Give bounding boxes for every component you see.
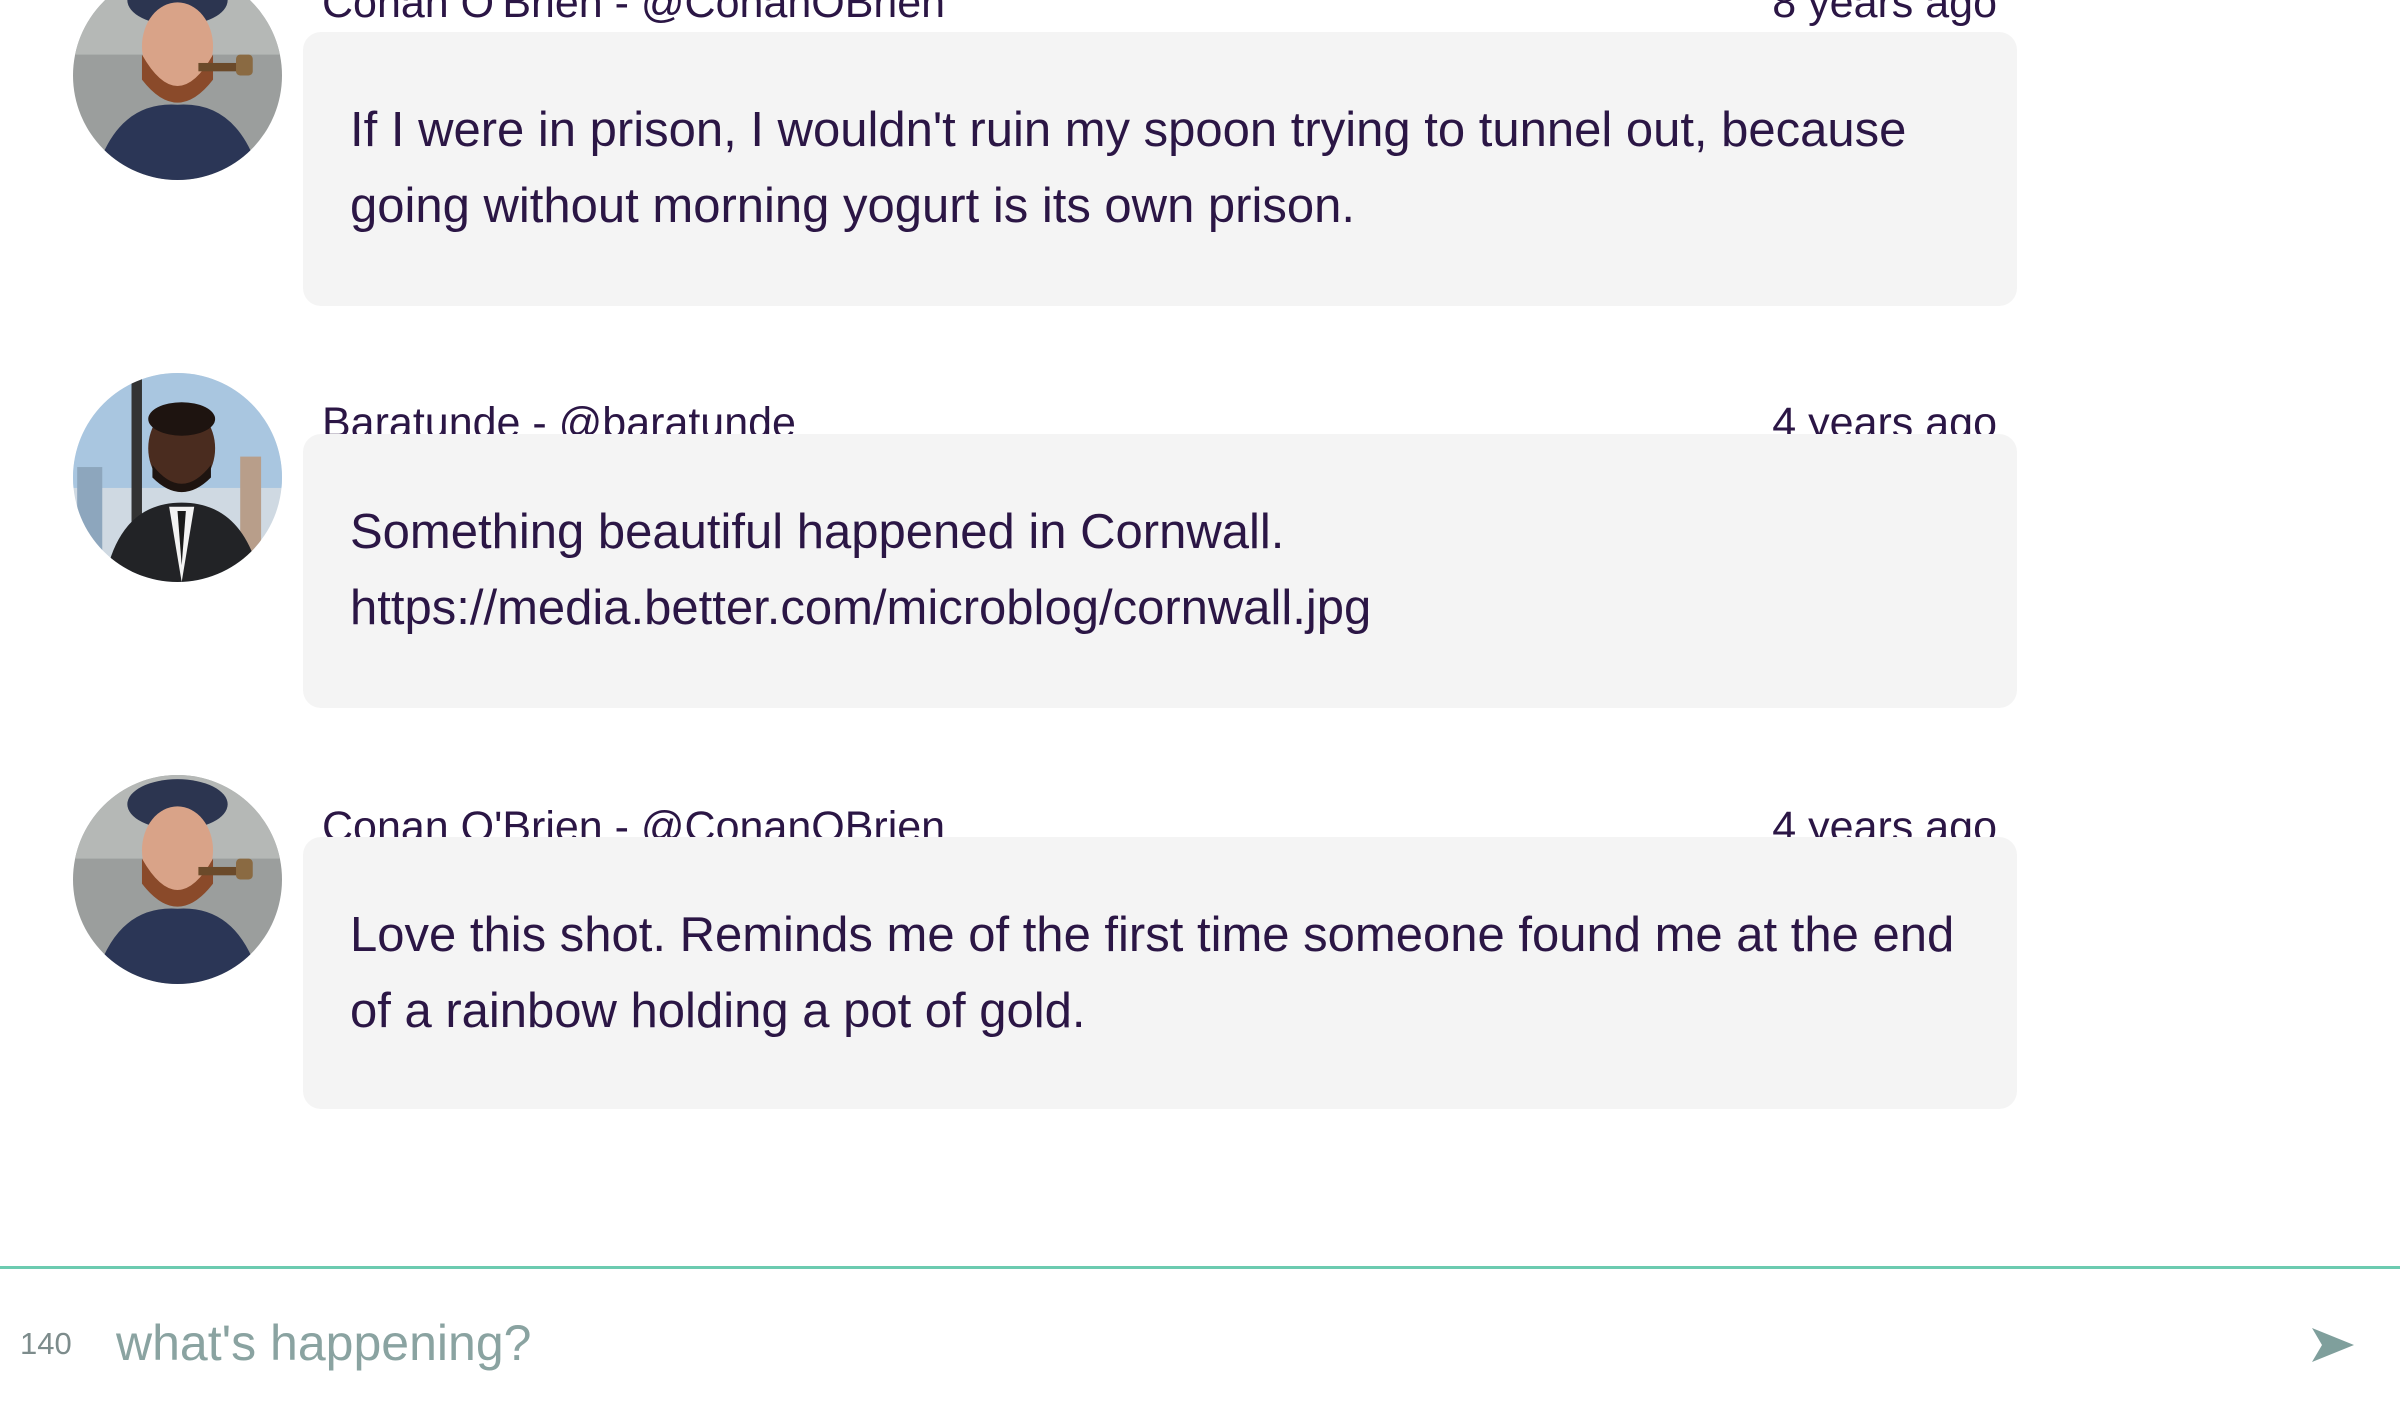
message-input[interactable]	[114, 1297, 2238, 1389]
post-text: If I were in prison, I wouldn't ruin my …	[350, 103, 1907, 233]
avatar-conan[interactable]	[73, 0, 282, 180]
baratunde-avatar-icon	[73, 373, 282, 582]
post-bubble: Love this shot. Reminds me of the first …	[303, 837, 2017, 1109]
post-author[interactable]: Conan O'Brien - @ConanOBrien	[322, 0, 945, 28]
post-text: Love this shot. Reminds me of the first …	[350, 908, 1955, 1038]
post-meta: Conan O'Brien - @ConanOBrien 8 years ago	[322, 0, 1997, 28]
avatar-baratunde[interactable]	[73, 373, 282, 582]
avatar-conan[interactable]	[73, 775, 282, 984]
send-icon	[2312, 1328, 2354, 1362]
post-bubble: Something beautiful happened in Cornwall…	[303, 434, 2017, 708]
message-feed[interactable]: Conan O'Brien - @ConanOBrien 8 years ago…	[0, 0, 2400, 1266]
send-button[interactable]	[2300, 1309, 2360, 1379]
post-text: Something beautiful happened in Cornwall…	[350, 505, 1372, 635]
character-counter: 140	[20, 1326, 72, 1361]
post-time: 8 years ago	[1772, 0, 1997, 27]
composer-bar: 140	[0, 1266, 2400, 1423]
post-bubble: If I were in prison, I wouldn't ruin my …	[303, 32, 2017, 306]
conan-avatar-icon	[73, 775, 282, 984]
conan-avatar-icon	[73, 0, 282, 180]
